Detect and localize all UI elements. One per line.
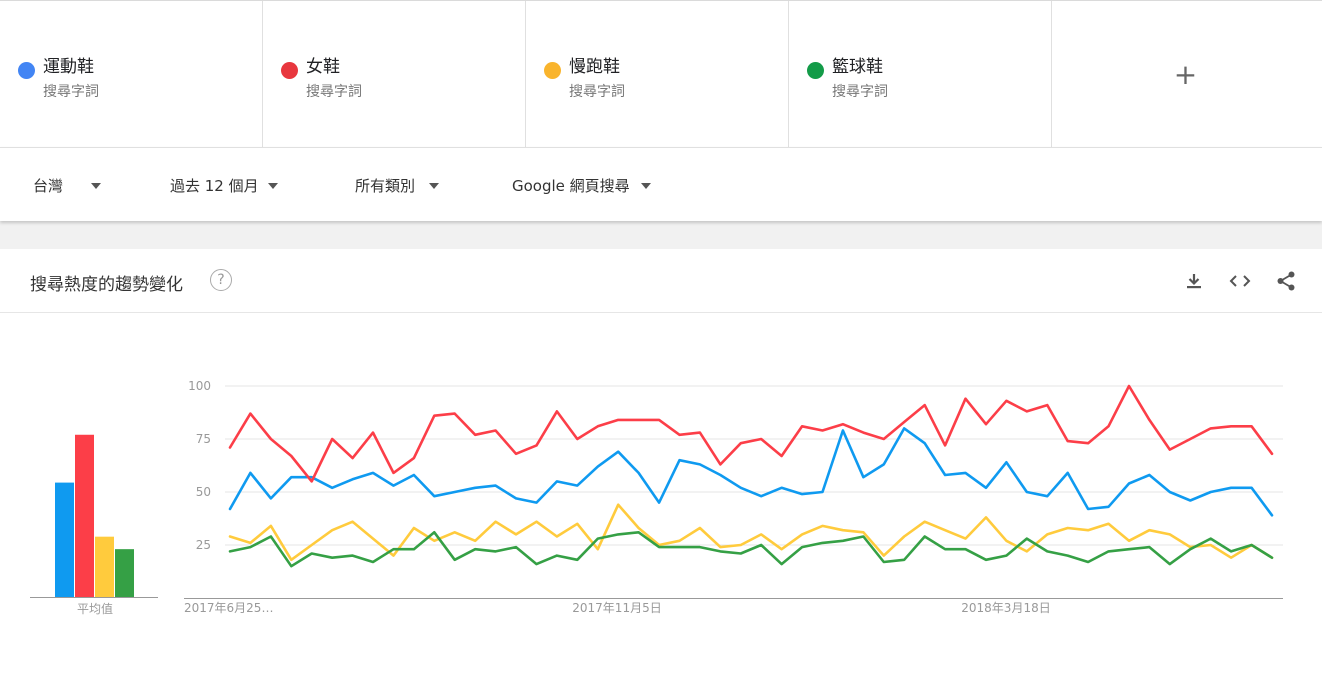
trend-line-series-2	[228, 384, 1274, 483]
category-label: 所有類別	[355, 177, 416, 195]
term-card-4[interactable]: 籃球鞋 搜尋字詞	[789, 1, 1052, 147]
caret-down-icon	[267, 182, 278, 189]
term-card-1[interactable]: 運動鞋 搜尋字詞	[0, 1, 263, 147]
caret-down-icon	[91, 182, 102, 189]
filters-bar: 台灣 過去 12 個月 所有類別 Google 網頁搜尋	[0, 147, 1322, 221]
trend-chart: 平均值 25 50 75 100 2017年6月25… 2017年11月5日 2018年3月…	[30, 379, 1283, 616]
term-type-3: 搜尋字詞	[569, 84, 625, 100]
search-type-label: Google 網頁搜尋	[512, 177, 630, 195]
term-card-3[interactable]: 慢跑鞋 搜尋字詞	[526, 1, 789, 147]
search-type-dropdown[interactable]: Google 網頁搜尋	[512, 175, 651, 196]
average-bar-3	[95, 536, 114, 597]
term-name-2: 女鞋	[306, 57, 340, 77]
caret-down-icon	[429, 182, 440, 189]
y-tick-label-100: 100	[188, 379, 211, 393]
average-bar-4	[115, 549, 134, 597]
term-color-dot-2	[281, 62, 298, 79]
line-chart-series	[228, 384, 1274, 568]
average-bar-1	[55, 482, 74, 597]
term-color-dot-4	[807, 62, 824, 79]
term-card-2[interactable]: 女鞋 搜尋字詞	[263, 1, 526, 147]
caret-down-icon	[640, 182, 651, 189]
time-range-dropdown[interactable]: 過去 12 個月	[170, 175, 278, 196]
average-label: 平均值	[77, 601, 113, 616]
average-bar-2	[75, 434, 94, 597]
category-dropdown[interactable]: 所有類別	[355, 175, 440, 196]
term-name-4: 籃球鞋	[832, 57, 883, 77]
term-type-2: 搜尋字詞	[306, 84, 362, 100]
term-name-3: 慢跑鞋	[569, 57, 620, 77]
terms-bar: 運動鞋 搜尋字詞 女鞋 搜尋字詞 慢跑鞋 搜尋字詞 籃球鞋 搜尋字詞 +	[0, 0, 1322, 147]
plus-icon: +	[1173, 57, 1198, 91]
term-color-dot-3	[544, 62, 561, 79]
add-term-button[interactable]: +	[1052, 1, 1319, 147]
y-tick-label-50: 50	[196, 485, 211, 499]
term-type-1: 搜尋字詞	[43, 84, 99, 100]
term-color-dot-1	[18, 62, 35, 79]
y-tick-label-25: 25	[196, 538, 211, 552]
y-tick-label-75: 75	[196, 432, 211, 446]
x-tick-label-2: 2017年11月5日	[572, 601, 661, 615]
term-type-4: 搜尋字詞	[832, 84, 888, 100]
region-dropdown[interactable]: 台灣	[33, 175, 102, 196]
x-tick-label-1: 2017年6月25…	[184, 601, 273, 615]
region-label: 台灣	[33, 177, 64, 195]
average-bar-chart	[30, 434, 158, 598]
x-tick-label-3: 2018年3月18日	[961, 601, 1050, 615]
interest-over-time-card: 搜尋熱度的趨勢變化 ? 平均值 25 50 75 100 2017年6月25… …	[0, 249, 1322, 700]
term-name-1: 運動鞋	[43, 57, 94, 77]
time-range-label: 過去 12 個月	[170, 177, 259, 195]
